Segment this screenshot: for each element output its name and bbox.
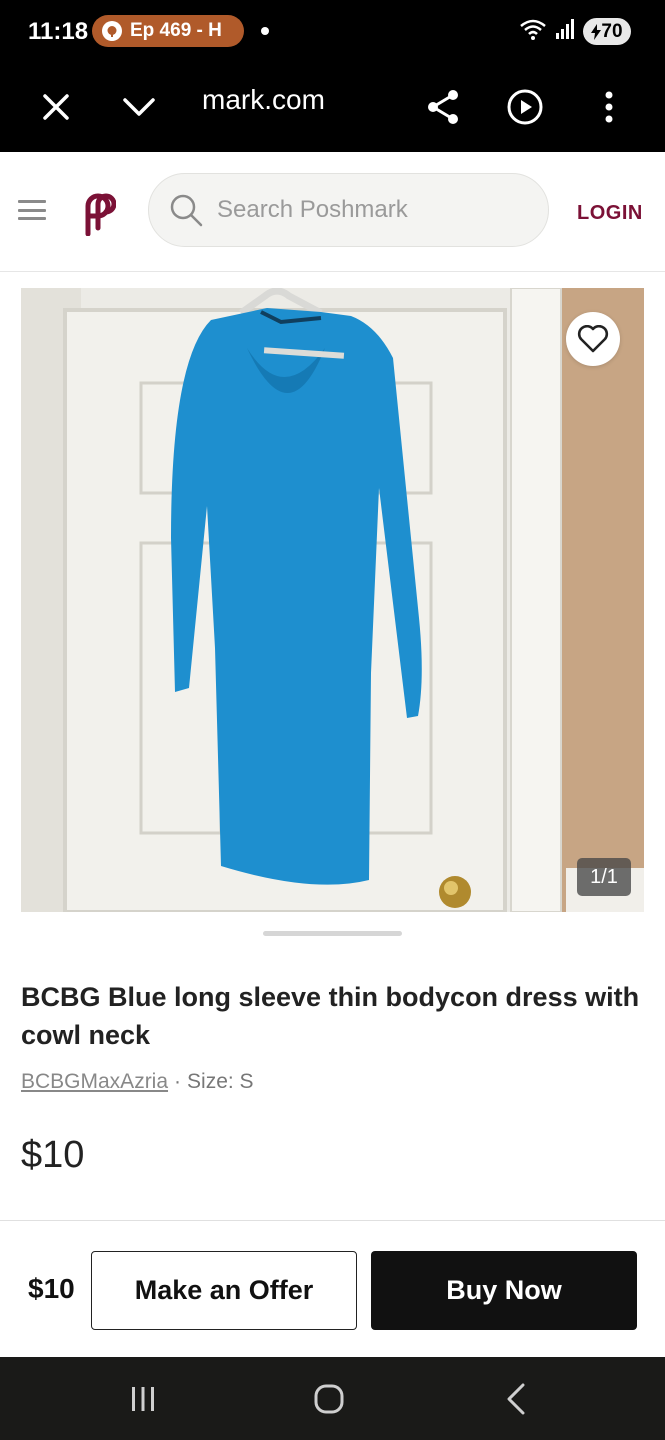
carousel-indicator	[263, 931, 402, 936]
back-button[interactable]	[486, 1377, 546, 1421]
brand-link[interactable]: BCBGMaxAzria	[21, 1070, 168, 1093]
recents-button[interactable]	[113, 1377, 173, 1421]
meta-separator: ·	[174, 1070, 182, 1093]
home-icon	[314, 1384, 344, 1414]
back-icon	[507, 1383, 525, 1415]
close-tab-button[interactable]	[29, 80, 83, 134]
home-button[interactable]	[299, 1377, 359, 1421]
page: 11:18 Ep 469 - H 70 mark.com Search Posh…	[0, 0, 665, 1440]
browser-toolbar: mark.com	[0, 62, 665, 152]
site-header: LOGIN	[0, 152, 665, 272]
search-bar[interactable]	[148, 173, 549, 247]
menu-icon[interactable]	[18, 196, 46, 224]
share-button[interactable]	[416, 80, 470, 134]
product-title: BCBG Blue long sleeve thin bodycon dress…	[21, 982, 640, 1050]
podcast-icon	[102, 21, 122, 41]
more-options-button[interactable]	[582, 80, 636, 134]
wifi-icon	[519, 17, 547, 46]
search-input[interactable]	[217, 196, 517, 224]
like-button[interactable]	[566, 312, 620, 366]
product-image[interactable]	[21, 288, 644, 912]
more-vert-icon	[605, 91, 613, 123]
heart-icon	[577, 325, 609, 353]
share-icon	[428, 90, 458, 124]
notification-pill-label: Ep 469 - H	[130, 20, 222, 41]
size-label: Size: S	[187, 1070, 254, 1093]
notification-pill[interactable]: Ep 469 - H	[92, 15, 244, 47]
image-counter: 1/1	[577, 858, 631, 896]
purchase-bar: $10 Make an Offer Buy Now	[0, 1220, 665, 1357]
close-icon	[43, 94, 69, 120]
product-price: $10	[21, 1134, 85, 1176]
play-icon	[507, 89, 543, 125]
product-meta: BCBGMaxAzria · Size: S	[21, 1070, 254, 1094]
notification-dot	[261, 27, 269, 35]
play-button[interactable]	[498, 80, 552, 134]
login-link[interactable]: LOGIN	[577, 202, 643, 225]
poshmark-logo[interactable]	[74, 188, 116, 236]
buy-now-button[interactable]: Buy Now	[371, 1251, 637, 1330]
minimize-button[interactable]	[112, 80, 166, 134]
signal-icon	[555, 18, 575, 45]
recents-icon	[132, 1387, 154, 1411]
system-nav-bar	[0, 1357, 665, 1440]
make-offer-button[interactable]: Make an Offer	[91, 1251, 357, 1330]
status-bar: 11:18 Ep 469 - H 70	[0, 0, 665, 62]
search-icon	[170, 194, 203, 227]
bar-price: $10	[28, 1273, 75, 1304]
battery-indicator: 70	[583, 18, 631, 45]
dress-photo-illustration	[21, 288, 644, 912]
status-time: 11:18	[28, 18, 89, 45]
url-text[interactable]: mark.com	[202, 84, 325, 116]
charging-icon	[591, 23, 602, 40]
chevron-down-icon	[123, 98, 155, 116]
system-icons: 70	[519, 17, 631, 46]
battery-level: 70	[601, 20, 623, 42]
